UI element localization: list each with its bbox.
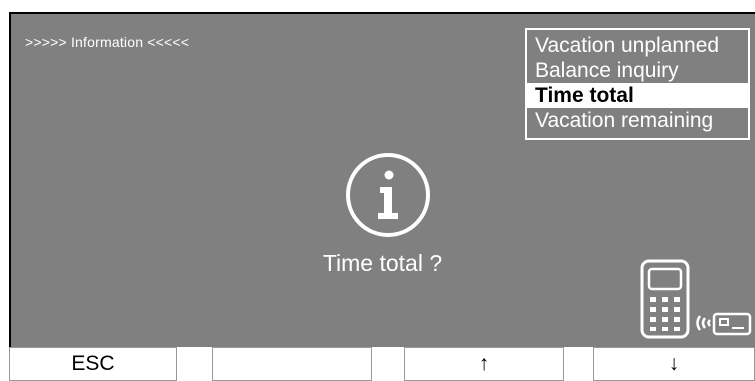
menu-item-time-total[interactable]: Time total — [527, 83, 748, 108]
info-menu: Vacation unplanned Balance inquiry Time … — [525, 28, 750, 140]
menu-item-vacation-remaining[interactable]: Vacation remaining — [527, 108, 748, 133]
blank-function-key[interactable] — [212, 347, 372, 381]
esc-button[interactable]: ESC — [9, 347, 177, 381]
terminal-screen: >>>>> Information <<<<< Vacation unplann… — [0, 0, 755, 381]
up-arrow-button[interactable]: ↑ — [404, 347, 564, 381]
info-icon — [346, 153, 430, 237]
contactless-card-reader-icon — [640, 259, 752, 339]
menu-item-balance-inquiry[interactable]: Balance inquiry — [527, 58, 748, 83]
down-arrow-button[interactable]: ↓ — [593, 347, 755, 381]
screen-title: >>>>> Information <<<<< — [25, 34, 190, 50]
menu-item-vacation-unplanned[interactable]: Vacation unplanned — [527, 33, 748, 58]
